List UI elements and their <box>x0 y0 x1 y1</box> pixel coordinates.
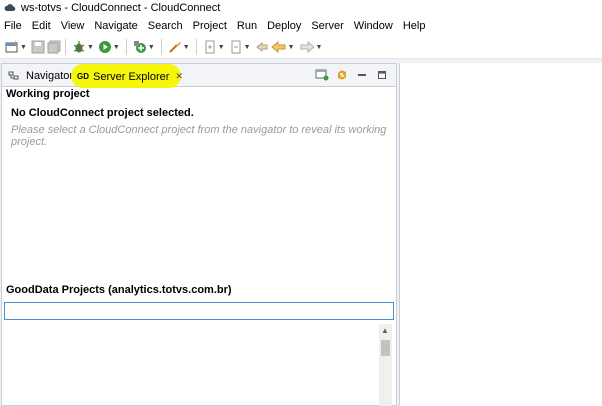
editor-area <box>399 63 602 406</box>
menu-search[interactable]: Search <box>143 16 188 36</box>
view-toolbar <box>310 68 390 82</box>
menu-window[interactable]: Window <box>349 16 398 36</box>
forward-icon[interactable] <box>299 37 315 57</box>
refresh-icon[interactable] <box>334 68 350 82</box>
cloud-icon <box>4 4 16 11</box>
last-edit-icon[interactable] <box>255 37 269 57</box>
tab-server-explorer-label: Server Explorer <box>93 70 170 83</box>
open-resource-icon[interactable] <box>168 37 182 57</box>
working-project-title: Working project <box>6 88 90 100</box>
close-icon[interactable]: ✕ <box>175 71 183 82</box>
run-icon[interactable] <box>98 37 112 57</box>
new-icon[interactable] <box>5 37 19 57</box>
projects-scrollbar[interactable]: ▲ <box>379 324 392 406</box>
save-all-icon[interactable] <box>47 37 61 57</box>
minimize-icon[interactable] <box>354 68 370 82</box>
menu-navigate[interactable]: Navigate <box>89 16 142 36</box>
run-dropdown-icon[interactable]: ▼ <box>113 44 120 51</box>
toolbar-separator <box>125 39 127 55</box>
projects-filter-input[interactable] <box>4 302 394 320</box>
tab-navigator[interactable]: Navigator <box>4 66 77 86</box>
toolbar-separator <box>195 39 197 55</box>
no-project-hint: Please select a CloudConnect project fro… <box>11 124 387 148</box>
gooddata-icon: GD <box>77 72 89 81</box>
server-explorer-view: Navigator GD Server Explorer ✕ Working p… <box>1 63 397 406</box>
tab-navigator-label: Navigator <box>26 70 74 82</box>
no-project-message: No CloudConnect project selected. <box>11 107 194 119</box>
menu-help[interactable]: Help <box>398 16 431 36</box>
new-wizard-icon[interactable] <box>133 37 147 57</box>
scroll-thumb[interactable] <box>381 340 390 356</box>
add-server-icon[interactable] <box>314 68 330 82</box>
window-title: ws-totvs - CloudConnect - CloudConnect <box>21 2 221 14</box>
prev-annotation-dropdown-icon[interactable]: ▼ <box>244 44 251 51</box>
save-icon[interactable] <box>31 37 45 57</box>
menu-deploy[interactable]: Deploy <box>262 16 306 36</box>
back-icon[interactable] <box>270 37 287 57</box>
toolbar-separator <box>64 39 66 55</box>
back-dropdown-icon[interactable]: ▼ <box>288 44 295 51</box>
menu-server[interactable]: Server <box>306 16 348 36</box>
maximize-icon[interactable] <box>374 68 390 82</box>
toolbar-separator <box>160 39 162 55</box>
debug-icon[interactable] <box>72 37 86 57</box>
tab-server-explorer[interactable]: GD Server Explorer ✕ <box>72 66 188 86</box>
menubar: File Edit View Navigate Search Project R… <box>0 16 602 36</box>
menu-edit[interactable]: Edit <box>27 16 56 36</box>
menu-project[interactable]: Project <box>188 16 232 36</box>
forward-dropdown-icon[interactable]: ▼ <box>316 44 323 51</box>
open-resource-dropdown-icon[interactable]: ▼ <box>183 44 190 51</box>
window-titlebar: ws-totvs - CloudConnect - CloudConnect <box>0 0 602 16</box>
new-dropdown-icon[interactable]: ▼ <box>20 44 27 51</box>
next-annotation-icon[interactable] <box>203 37 217 57</box>
prev-annotation-icon[interactable] <box>229 37 243 57</box>
menu-run[interactable]: Run <box>232 16 262 36</box>
new-wizard-dropdown-icon[interactable]: ▼ <box>148 44 155 51</box>
menu-view[interactable]: View <box>56 16 90 36</box>
navigator-icon <box>8 71 19 80</box>
gooddata-projects-title: GoodData Projects (analytics.totvs.com.b… <box>6 284 232 296</box>
menu-file[interactable]: File <box>0 16 27 36</box>
scroll-up-icon[interactable]: ▲ <box>381 326 389 335</box>
view-tabbar: Navigator GD Server Explorer ✕ <box>2 64 396 88</box>
next-annotation-dropdown-icon[interactable]: ▼ <box>218 44 225 51</box>
main-toolbar: ▼ ▼ ▼ ▼ ▼ ▼ ▼ ▼ ▼ <box>0 36 602 59</box>
debug-dropdown-icon[interactable]: ▼ <box>87 44 94 51</box>
